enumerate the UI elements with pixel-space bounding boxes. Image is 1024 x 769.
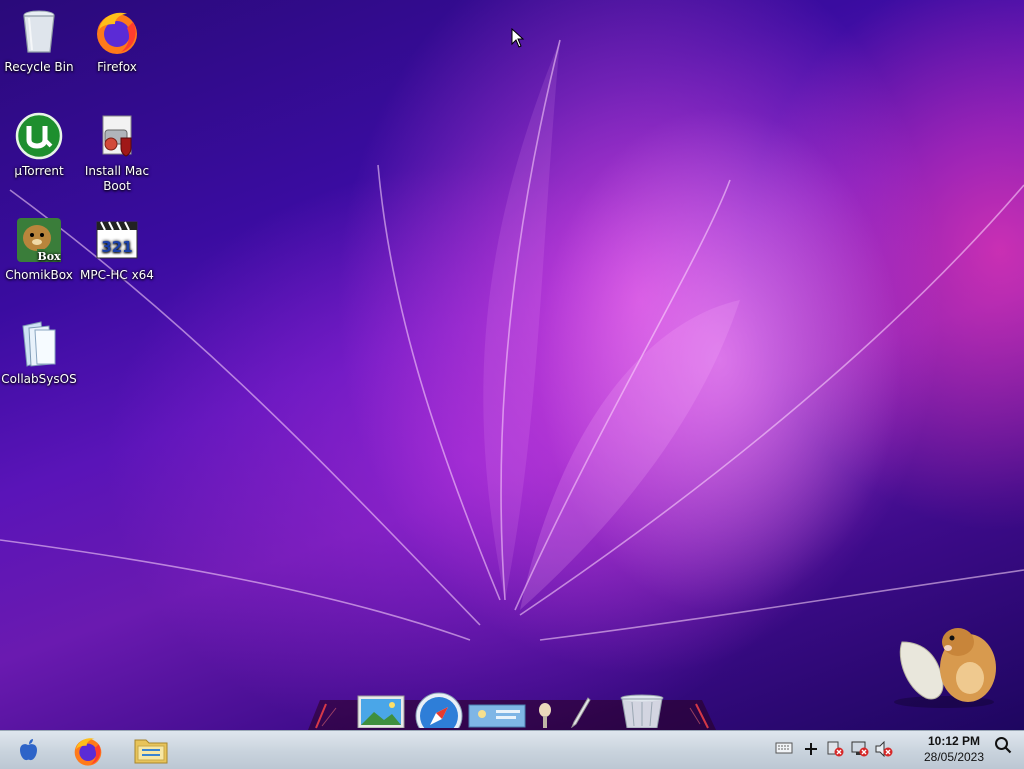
desktop-icon-label: MPC-HC x64 (80, 268, 154, 282)
recycle-bin-icon (15, 8, 63, 56)
folder-icon (15, 320, 63, 368)
plus-icon[interactable] (803, 741, 819, 757)
desktop-icon-install-mac-boot[interactable]: Install Mac Boot (78, 112, 156, 194)
pen-icon[interactable] (568, 696, 592, 728)
flag-error-icon[interactable] (826, 741, 844, 757)
mouse-pointer-icon (511, 28, 525, 48)
clock-time: 10:12 PM (927, 734, 981, 748)
network-error-icon[interactable] (851, 741, 869, 757)
dock (296, 690, 726, 730)
chomikbox-logo-text: Box (37, 250, 61, 263)
desktop-icon-label: CollabSysOS (1, 372, 77, 386)
desktop-icon-label: µTorrent (14, 164, 64, 178)
desktop-icon-chomikbox[interactable]: Box ChomikBox (0, 216, 78, 283)
safari-icon[interactable] (414, 690, 464, 728)
trash-icon[interactable] (618, 694, 666, 728)
desktop-icon-label: Install Mac Boot (84, 164, 150, 193)
firefox-icon (93, 8, 141, 56)
hamster-desktop-pet-icon[interactable] (886, 618, 1002, 710)
file-explorer-icon[interactable] (134, 736, 168, 764)
desktop-icon-label: Firefox (97, 60, 137, 74)
search-icon[interactable] (994, 736, 1012, 754)
keyboard-icon[interactable] (775, 741, 793, 755)
utorrent-icon (15, 112, 63, 160)
desktop-icon-mpc-hc[interactable]: 321 MPC-HC x64 (78, 216, 156, 283)
desktop-icon-utorrent[interactable]: µTorrent (0, 112, 78, 179)
wallpaper-petals (0, 39, 1024, 641)
desktop-icon-label: ChomikBox (5, 268, 73, 282)
mail-icon[interactable] (468, 704, 526, 728)
chomikbox-icon: Box (15, 216, 63, 264)
desktop[interactable]: Recycle Bin Firefox µTorrent Install Mac… (0, 0, 1024, 730)
desktop-icon-firefox[interactable]: Firefox (78, 8, 156, 75)
desktop-icon-label: Recycle Bin (4, 60, 74, 74)
mpc-hc-logo-text: 321 (101, 238, 132, 256)
apple-icon[interactable] (17, 738, 39, 762)
lamp-icon[interactable] (536, 700, 554, 728)
mpc-hc-icon: 321 (93, 216, 141, 264)
taskbar-clock[interactable]: 10:12 PM 28/05/2023 (914, 734, 994, 765)
installer-icon (93, 112, 141, 160)
clock-date: 28/05/2023 (923, 750, 985, 764)
firefox-icon[interactable] (72, 735, 104, 767)
desktop-icon-collabsysos[interactable]: CollabSysOS (0, 320, 78, 387)
taskbar: 10:12 PM 28/05/2023 (0, 730, 1024, 769)
desktop-icon-recycle-bin[interactable]: Recycle Bin (0, 8, 78, 75)
photos-icon[interactable] (356, 694, 406, 728)
volume-muted-icon[interactable] (875, 741, 893, 757)
